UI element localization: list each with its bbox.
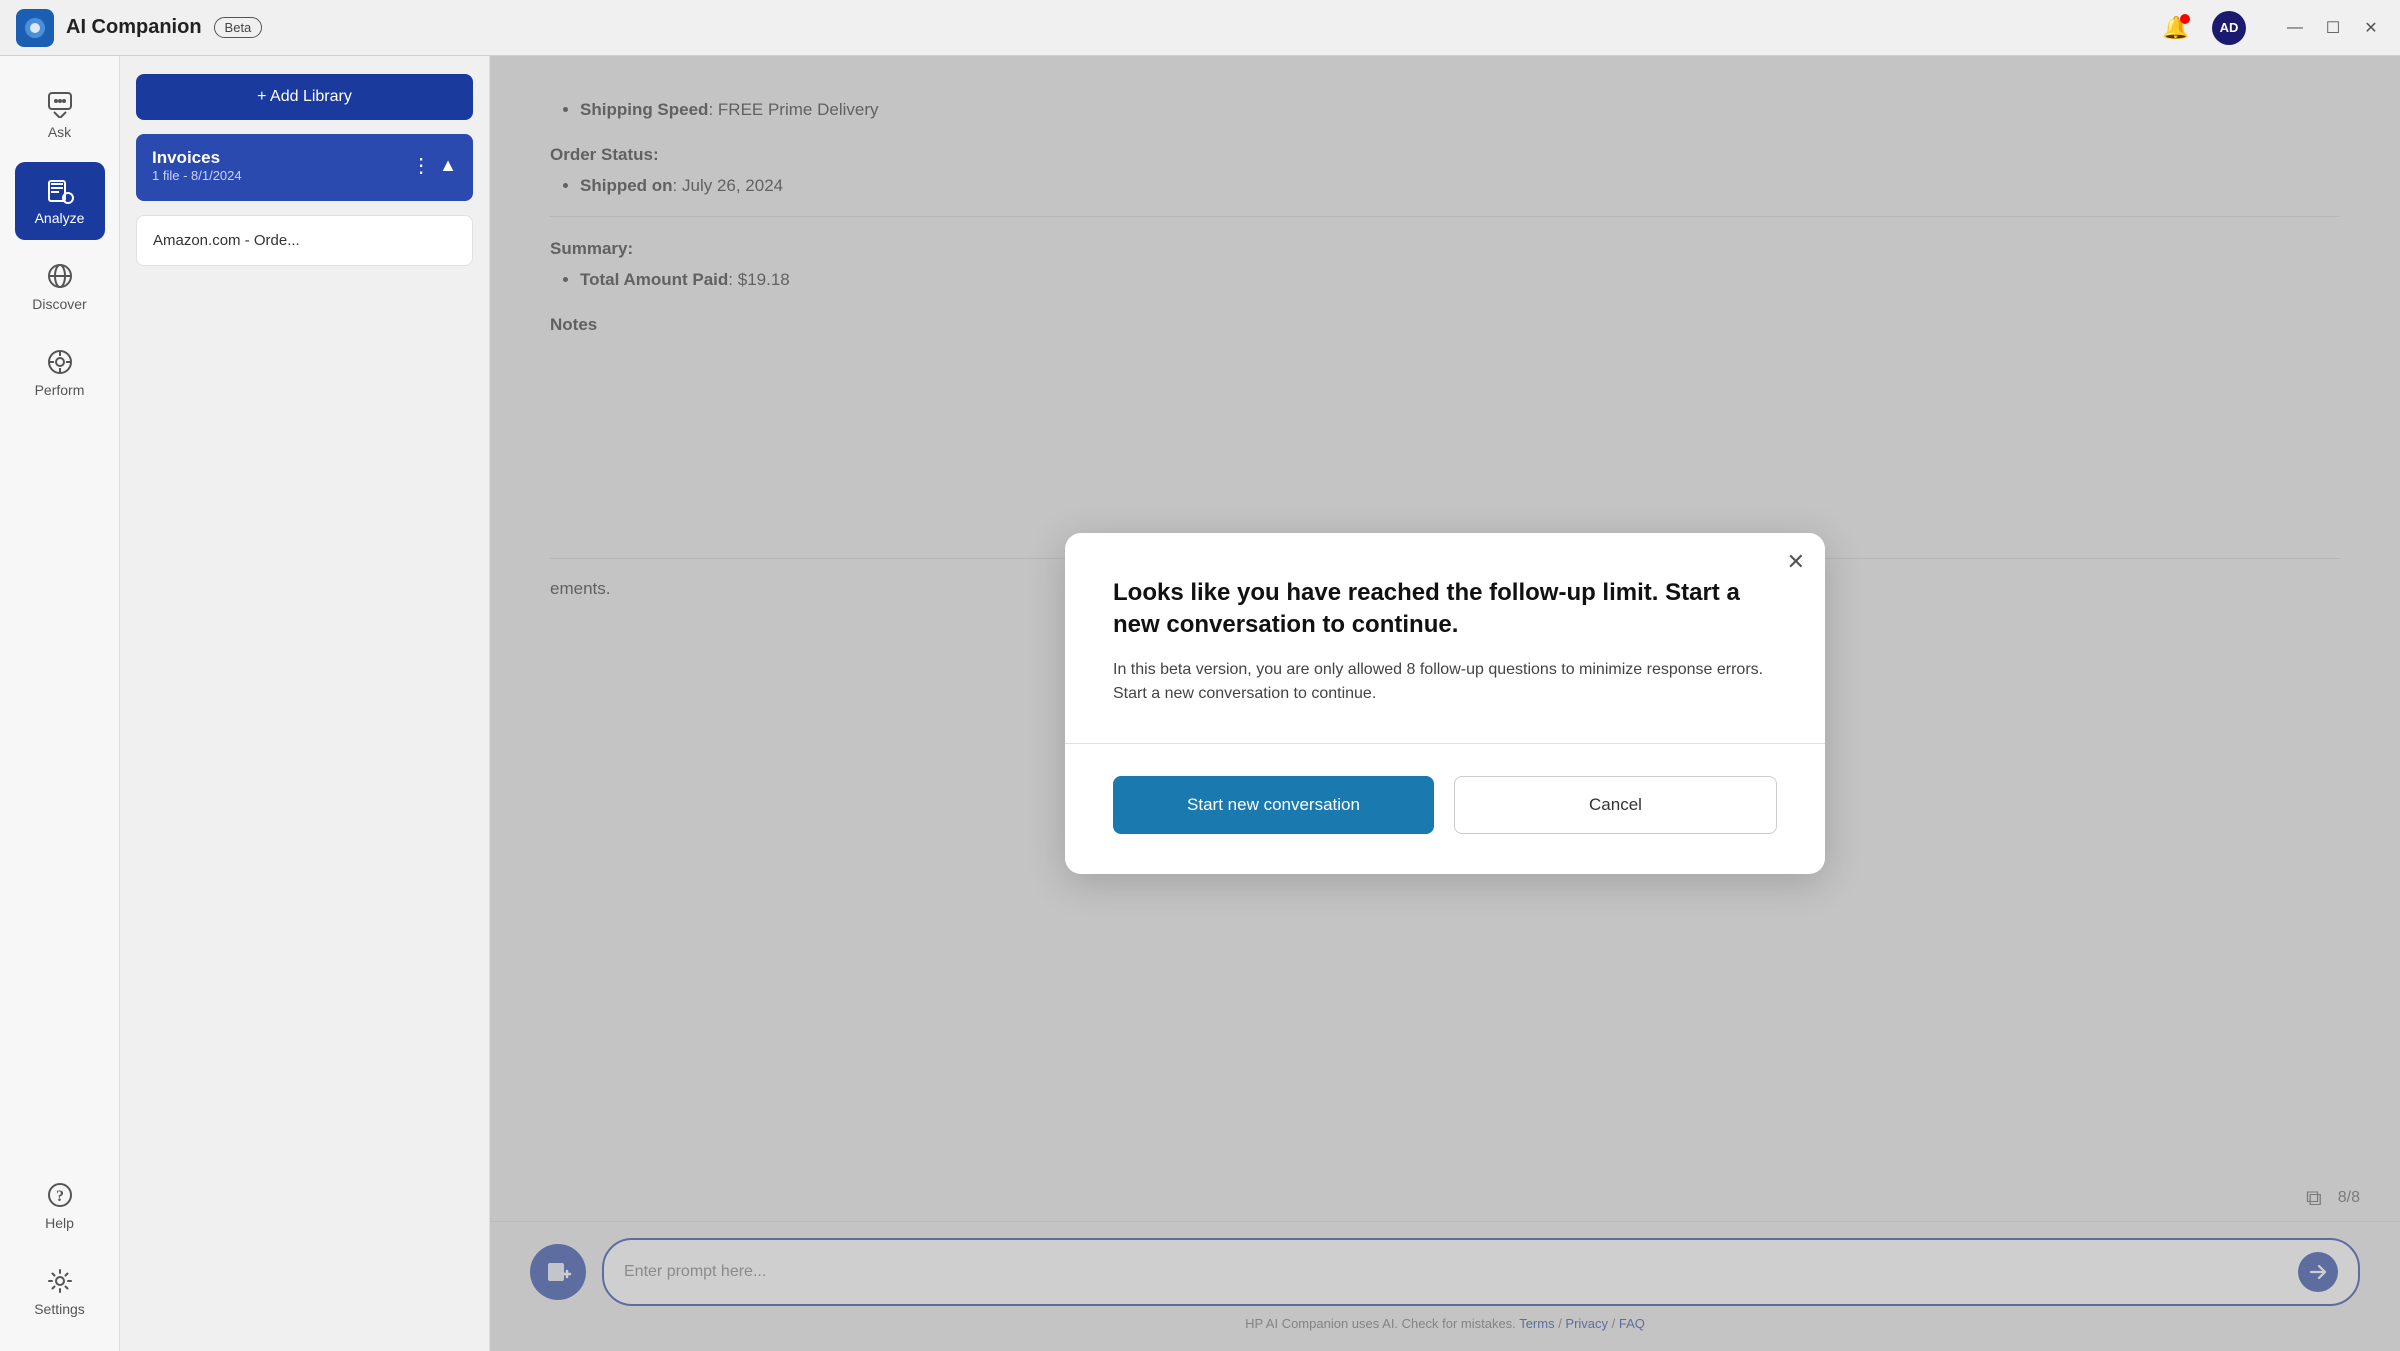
title-bar: AI Companion Beta 🔔 AD — ☐ ✕ xyxy=(0,0,2400,56)
sidebar-item-discover[interactable]: Discover xyxy=(15,248,105,326)
minimize-button[interactable]: — xyxy=(2282,15,2308,41)
sidebar-item-discover-label: Discover xyxy=(32,296,86,312)
library-panel: + Add Library Invoices 1 file - 8/1/2024… xyxy=(120,56,490,1351)
sidebar-item-settings-label: Settings xyxy=(34,1301,85,1317)
document-item-name: Amazon.com - Orde... xyxy=(153,232,300,249)
svg-text:?: ? xyxy=(56,1188,64,1205)
library-item: Invoices 1 file - 8/1/2024 ⋮ ▲ xyxy=(136,134,473,201)
library-item-menu-icon[interactable]: ⋮ xyxy=(411,153,431,178)
start-new-conversation-button[interactable]: Start new conversation xyxy=(1113,776,1434,834)
sidebar-nav: Ask Analyze Discover xyxy=(0,56,120,1351)
main-layout: Ask Analyze Discover xyxy=(0,56,2400,1351)
modal-body: In this beta version, you are only allow… xyxy=(1113,658,1777,708)
sidebar-item-ask[interactable]: Ask xyxy=(15,76,105,154)
sidebar-item-ask-label: Ask xyxy=(48,124,71,140)
sidebar-item-analyze[interactable]: Analyze xyxy=(15,162,105,240)
modal-close-button[interactable]: ✕ xyxy=(1787,551,1805,573)
maximize-button[interactable]: ☐ xyxy=(2320,15,2346,41)
library-item-title: Invoices xyxy=(152,148,242,168)
sidebar-item-perform[interactable]: Perform xyxy=(15,334,105,412)
modal-actions: Start new conversation Cancel xyxy=(1113,776,1777,834)
user-avatar: AD xyxy=(2212,11,2246,45)
library-item-collapse-icon[interactable]: ▲ xyxy=(439,155,457,176)
library-item-title-wrap: Invoices 1 file - 8/1/2024 xyxy=(152,148,242,183)
title-bar-left: AI Companion Beta xyxy=(16,9,262,47)
library-item-subtitle: 1 file - 8/1/2024 xyxy=(152,168,242,183)
modal-dialog: ✕ Looks like you have reached the follow… xyxy=(1065,533,1825,874)
document-item[interactable]: Amazon.com - Orde... xyxy=(136,215,473,266)
window-controls: — ☐ ✕ xyxy=(2282,15,2384,41)
sidebar-item-analyze-label: Analyze xyxy=(35,210,85,226)
close-button[interactable]: ✕ xyxy=(2358,15,2384,41)
beta-badge: Beta xyxy=(214,17,263,38)
app-logo xyxy=(16,9,54,47)
notification-icon[interactable]: 🔔 xyxy=(2160,12,2192,44)
modal-divider xyxy=(1065,743,1825,744)
sidebar-item-perform-label: Perform xyxy=(35,382,85,398)
library-item-controls: ⋮ ▲ xyxy=(411,153,457,178)
add-library-button[interactable]: + Add Library xyxy=(136,74,473,120)
title-bar-right: 🔔 AD — ☐ ✕ xyxy=(2160,11,2384,45)
sidebar-item-help[interactable]: ? Help xyxy=(15,1167,105,1245)
library-item-header: Invoices 1 file - 8/1/2024 ⋮ ▲ xyxy=(152,148,457,183)
sidebar-item-help-label: Help xyxy=(45,1215,74,1231)
modal-title: Looks like you have reached the follow-u… xyxy=(1113,577,1777,642)
cancel-button[interactable]: Cancel xyxy=(1454,776,1777,834)
content-area: Shipping Speed: FREE Prime Delivery Orde… xyxy=(490,56,2400,1351)
modal-overlay: ✕ Looks like you have reached the follow… xyxy=(490,56,2400,1351)
sidebar-item-settings[interactable]: Settings xyxy=(15,1253,105,1331)
app-title: AI Companion xyxy=(66,16,202,39)
notification-dot xyxy=(2180,14,2190,24)
